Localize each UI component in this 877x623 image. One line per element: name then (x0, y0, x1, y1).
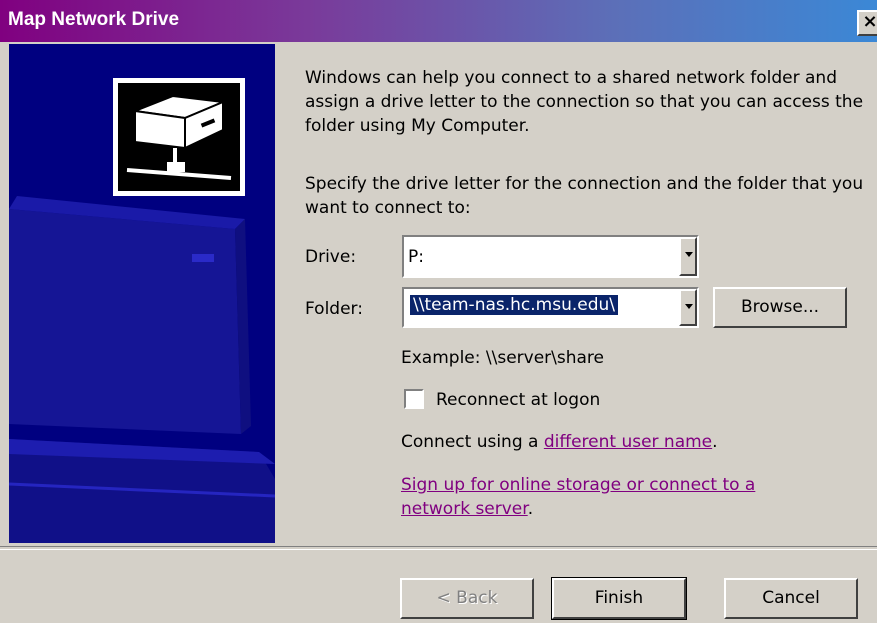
signup-suffix: . (527, 499, 534, 519)
different-user-link[interactable]: different user name (544, 432, 712, 452)
folder-combobox[interactable]: \\team-nas.hc.msu.edu\ (402, 287, 699, 328)
drive-combobox[interactable]: P: (402, 235, 699, 278)
folder-value[interactable]: \\team-nas.hc.msu.edu\ (410, 295, 619, 315)
instruction-text: Specify the drive letter for the connect… (305, 174, 864, 218)
example-text: Example: \\server\share (401, 348, 605, 368)
signup-link-line2[interactable]: network server (401, 499, 528, 519)
reconnect-label[interactable]: Reconnect at logon (436, 390, 600, 410)
drive-value: P: (408, 247, 424, 267)
window-title: Map Network Drive (8, 9, 180, 30)
separator (0, 546, 877, 550)
browse-button[interactable]: Browse... (713, 287, 847, 328)
cancel-button[interactable]: Cancel (724, 578, 858, 619)
wizard-side-panel (9, 44, 275, 543)
close-icon[interactable]: × (857, 10, 877, 36)
connect-using-text: Connect using a different user name. (401, 432, 718, 452)
drive-label: Drive: (305, 247, 357, 267)
finish-button[interactable]: Finish (551, 577, 687, 620)
dropdown-arrow-icon[interactable] (679, 289, 697, 326)
map-network-drive-dialog: Map Network Drive × Windows can help you… (0, 0, 877, 623)
dropdown-arrow-icon[interactable] (679, 237, 697, 276)
title-bar[interactable]: Map Network Drive × (0, 0, 877, 42)
connect-using-prefix: Connect using a (401, 432, 544, 452)
intro-text: Windows can help you connect to a shared… (305, 68, 864, 136)
back-button[interactable]: < Back (400, 578, 534, 619)
network-drive-icon (9, 78, 275, 543)
signup-text: Sign up for online storage or connect to… (401, 473, 755, 521)
signup-link-line1[interactable]: Sign up for online storage or connect to… (401, 475, 755, 495)
folder-label: Folder: (305, 299, 363, 319)
connect-using-suffix: . (712, 432, 718, 452)
reconnect-checkbox[interactable] (404, 389, 424, 409)
